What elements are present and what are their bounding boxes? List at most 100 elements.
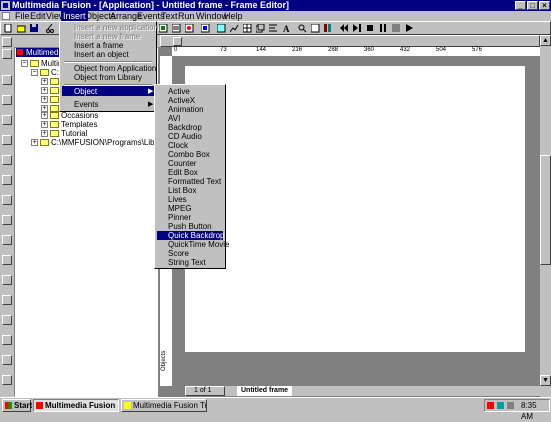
submenu-item[interactable]: Backdrop bbox=[168, 123, 202, 132]
submenu-item[interactable]: CD Audio bbox=[168, 132, 202, 141]
stop-icon[interactable] bbox=[365, 23, 376, 34]
submenu-item[interactable]: String Text bbox=[168, 258, 206, 267]
submenu-item[interactable]: Counter bbox=[168, 159, 196, 168]
play-icon[interactable] bbox=[404, 23, 415, 34]
menu-item-object[interactable]: Object bbox=[74, 87, 97, 96]
step-icon[interactable] bbox=[352, 23, 363, 34]
library-icon[interactable] bbox=[323, 23, 334, 34]
tray-icon[interactable] bbox=[497, 402, 504, 409]
zoom-icon[interactable] bbox=[297, 23, 308, 34]
title-bar[interactable]: Multimedia Fusion - [Application] - Unti… bbox=[0, 0, 551, 11]
menu-item-insert-frame[interactable]: Insert a frame bbox=[74, 41, 123, 50]
tab-untitled-frame[interactable]: Untitled frame bbox=[237, 386, 293, 396]
tree-item[interactable]: Tutorial bbox=[61, 130, 87, 138]
tree-expand-toggle[interactable]: + bbox=[41, 112, 48, 119]
menu-help[interactable]: Help bbox=[222, 11, 245, 21]
submenu-item[interactable]: Lives bbox=[168, 195, 187, 204]
folder-icon[interactable] bbox=[50, 105, 59, 112]
tree-expand-toggle[interactable]: + bbox=[41, 87, 48, 94]
vertical-scrollbar[interactable]: ▲ ▼ bbox=[540, 35, 551, 397]
tool-icon[interactable] bbox=[2, 115, 12, 125]
submenu-item[interactable]: Clock bbox=[168, 141, 188, 150]
clock[interactable]: 8:35 AM bbox=[521, 400, 549, 422]
app-icon[interactable] bbox=[1, 1, 10, 10]
event-editor-icon[interactable] bbox=[171, 23, 182, 34]
frame-canvas[interactable] bbox=[185, 66, 525, 352]
tool-icon[interactable] bbox=[2, 75, 12, 85]
text-icon[interactable]: A bbox=[281, 23, 292, 34]
submenu-item[interactable]: MPEG bbox=[168, 204, 192, 213]
submenu-item[interactable]: Pinner bbox=[168, 213, 191, 222]
graph-icon[interactable] bbox=[229, 23, 240, 34]
taskbar-item-multimedia-fusion[interactable]: Multimedia Fusion - [... bbox=[33, 399, 119, 412]
frame-icon[interactable] bbox=[173, 37, 182, 46]
menu-item-events[interactable]: Events bbox=[74, 100, 98, 109]
folder-icon[interactable] bbox=[50, 87, 59, 94]
tool-icon[interactable] bbox=[2, 335, 12, 345]
maximize-button[interactable]: □ bbox=[527, 1, 538, 10]
tool-icon[interactable] bbox=[2, 315, 12, 325]
submenu-item[interactable]: Formatted Text bbox=[168, 177, 221, 186]
submenu-item[interactable]: Score bbox=[168, 249, 189, 258]
menu-item-object-from-library[interactable]: Object from Library bbox=[74, 73, 142, 82]
tree-item[interactable]: C:\MMFUSION\Programs\Library bbox=[51, 139, 168, 147]
grid-icon[interactable] bbox=[242, 23, 253, 34]
layers-icon[interactable] bbox=[255, 23, 266, 34]
submenu-item-quick-backdrop[interactable]: Quick Backdrop bbox=[168, 231, 224, 240]
submenu-item[interactable]: Push Button bbox=[168, 222, 212, 231]
tool-icon[interactable] bbox=[2, 275, 12, 285]
tool-icon[interactable] bbox=[2, 135, 12, 145]
tree-expand-toggle[interactable]: + bbox=[41, 130, 48, 137]
tree-expand-toggle[interactable]: + bbox=[41, 105, 48, 112]
folder-icon[interactable] bbox=[50, 78, 59, 85]
tool-icon[interactable] bbox=[2, 235, 12, 245]
tool-icon[interactable] bbox=[2, 95, 12, 105]
tree-collapse-toggle[interactable]: − bbox=[31, 69, 38, 76]
scroll-thumb[interactable] bbox=[540, 155, 551, 265]
submenu-item[interactable]: ActiveX bbox=[168, 96, 195, 105]
save-icon[interactable] bbox=[29, 23, 40, 34]
start-button[interactable]: Start bbox=[2, 399, 32, 412]
tree-item[interactable]: Templates bbox=[61, 121, 97, 129]
submenu-item[interactable]: Combo Box bbox=[168, 150, 210, 159]
submenu-item[interactable]: AVI bbox=[168, 114, 180, 123]
open-icon[interactable] bbox=[16, 23, 27, 34]
tree-expand-toggle[interactable]: + bbox=[41, 96, 48, 103]
tool-icon[interactable] bbox=[2, 155, 12, 165]
frame-editor-icon[interactable] bbox=[158, 23, 169, 34]
submenu-item[interactable]: QuickTime Movie bbox=[168, 240, 230, 249]
stop-frame-icon[interactable] bbox=[391, 23, 402, 34]
properties-icon[interactable] bbox=[310, 23, 321, 34]
tool-icon[interactable] bbox=[2, 49, 12, 59]
minimize-button[interactable]: _ bbox=[515, 1, 526, 10]
tool-icon[interactable] bbox=[2, 295, 12, 305]
pause-icon[interactable] bbox=[378, 23, 389, 34]
scroll-down-button[interactable]: ▼ bbox=[540, 375, 551, 386]
tool-icon[interactable] bbox=[2, 175, 12, 185]
tree-expand-toggle[interactable]: + bbox=[41, 78, 48, 85]
taskbar-item-tutorial[interactable]: Multimedia Fusion Tutorial ... bbox=[121, 399, 207, 412]
document-icon[interactable] bbox=[2, 12, 10, 20]
rewind-icon[interactable] bbox=[339, 23, 350, 34]
tool-icon[interactable] bbox=[2, 195, 12, 205]
menu-item-object-from-application[interactable]: Object from Application bbox=[74, 64, 156, 73]
align-icon[interactable] bbox=[268, 23, 279, 34]
menu-item-insert-object[interactable]: Insert an object bbox=[74, 50, 129, 59]
cut-icon[interactable] bbox=[45, 23, 56, 34]
image-icon[interactable] bbox=[216, 23, 227, 34]
picture-editor-icon[interactable] bbox=[184, 23, 195, 34]
submenu-item[interactable]: List Box bbox=[168, 186, 196, 195]
tree-item[interactable]: Occasions bbox=[61, 112, 98, 120]
tree-expand-toggle[interactable]: + bbox=[31, 139, 38, 146]
page-indicator[interactable]: 1 of 1 bbox=[185, 386, 225, 396]
submenu-item[interactable]: Active bbox=[168, 87, 190, 96]
speaker-icon[interactable] bbox=[507, 402, 514, 409]
tree-expand-toggle[interactable]: + bbox=[41, 121, 48, 128]
scroll-up-button[interactable]: ▲ bbox=[540, 35, 551, 46]
submenu-item[interactable]: Edit Box bbox=[168, 168, 198, 177]
tray-icon[interactable] bbox=[487, 402, 494, 409]
tool-icon[interactable] bbox=[2, 375, 12, 385]
tool-icon[interactable] bbox=[2, 355, 12, 365]
pointer-icon[interactable] bbox=[2, 37, 12, 47]
tool-icon[interactable] bbox=[2, 215, 12, 225]
